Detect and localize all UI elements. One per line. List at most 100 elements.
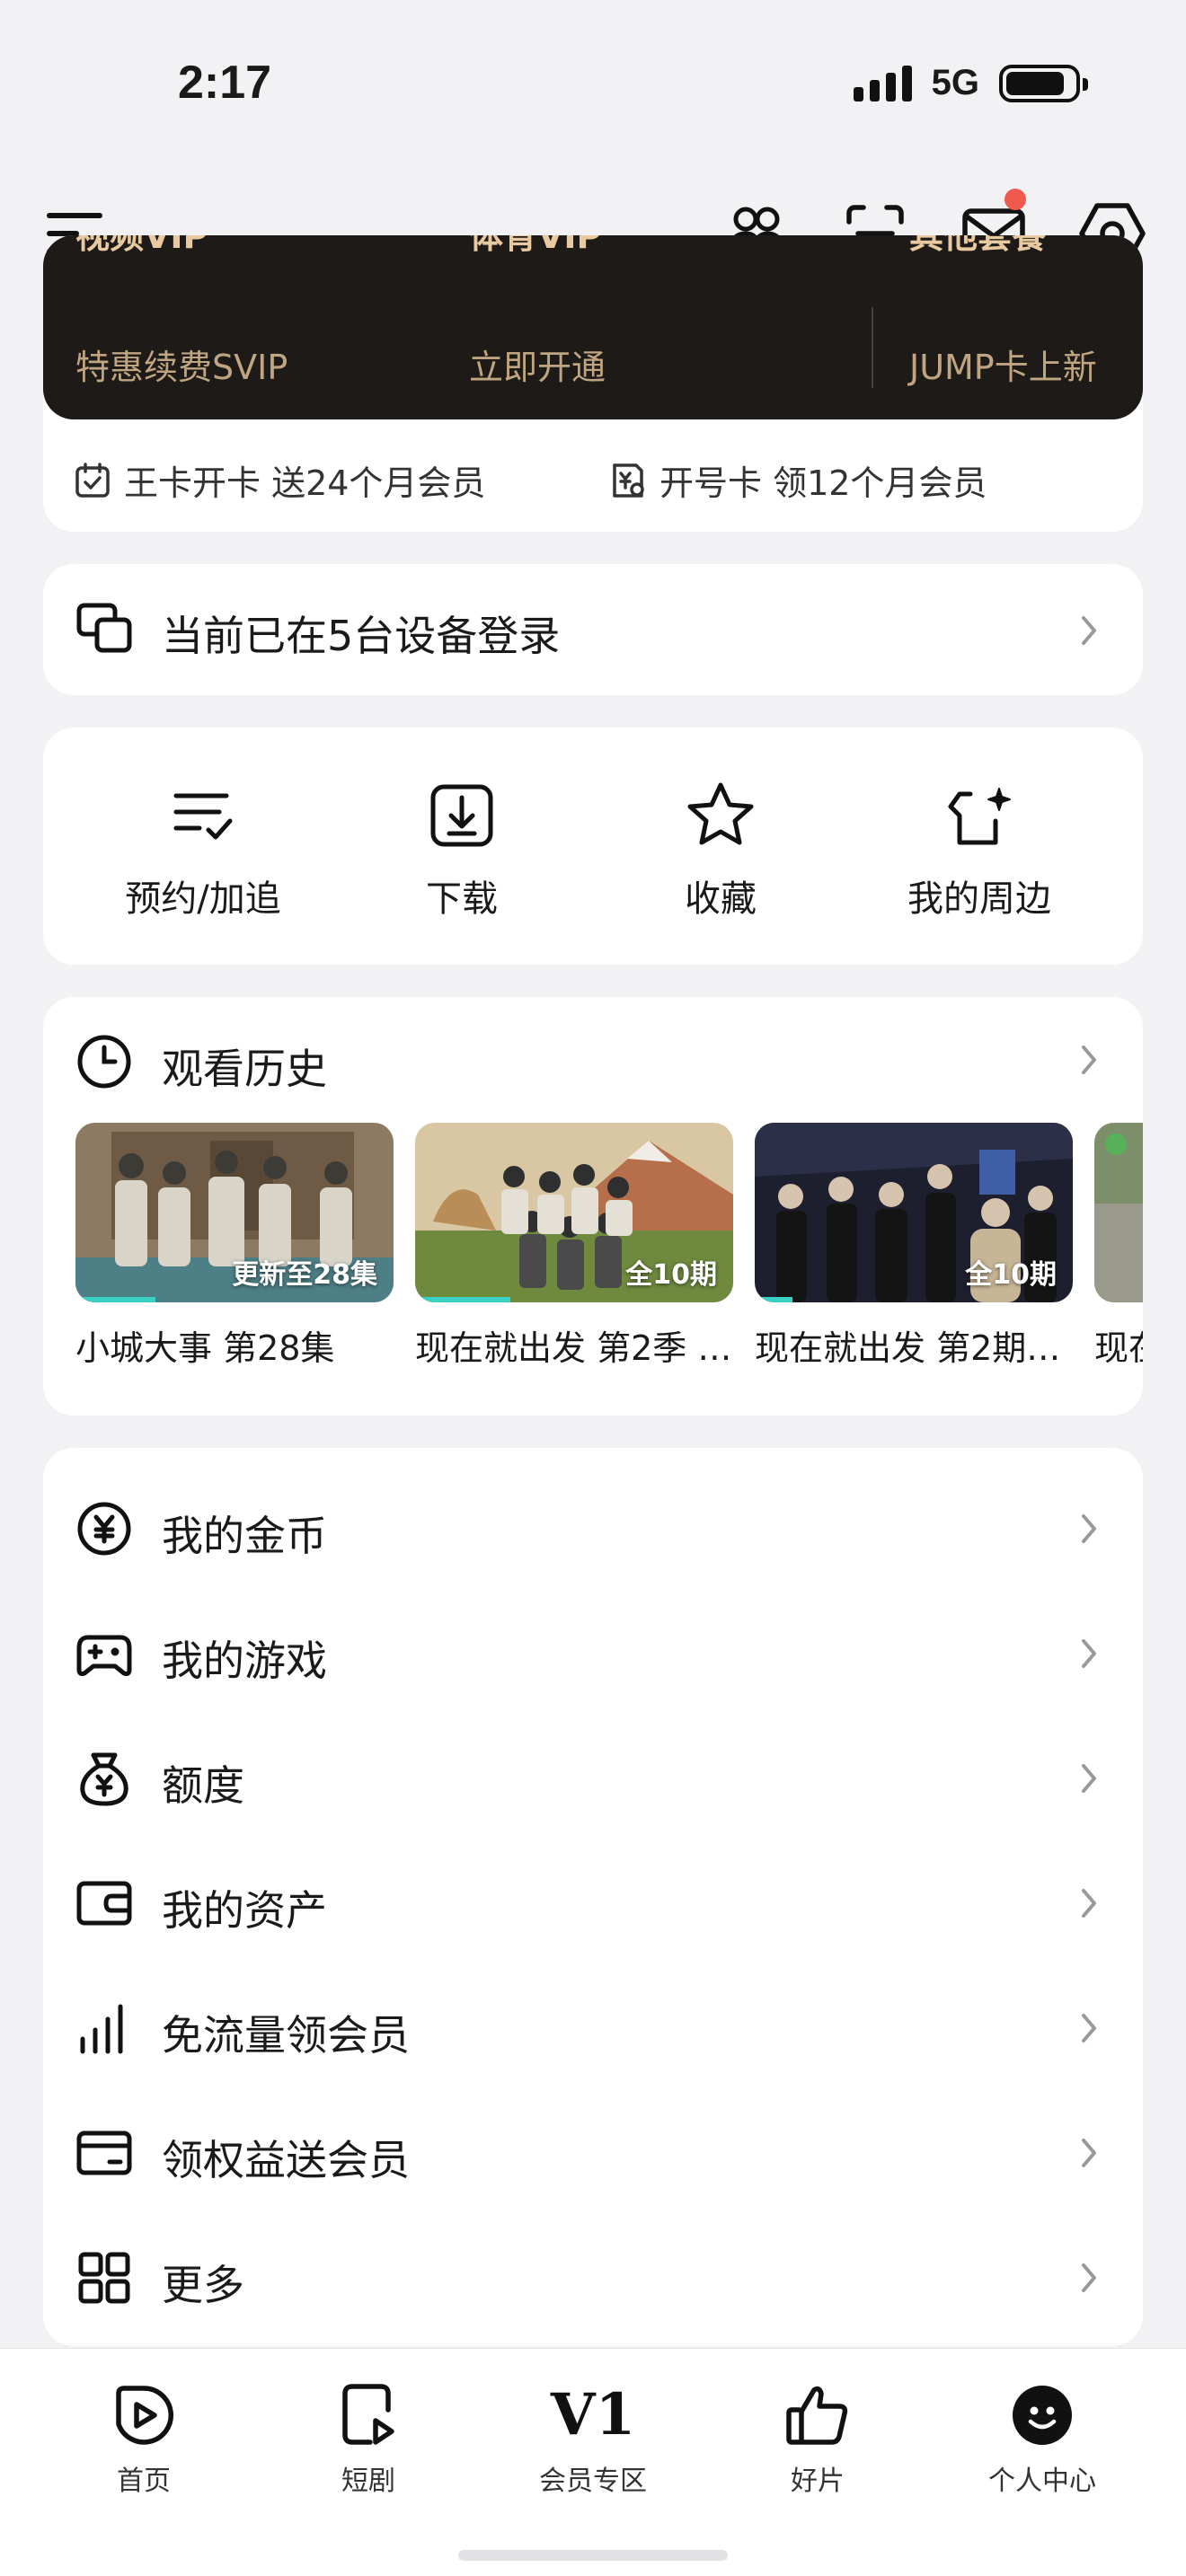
promo-text: 王卡开卡 送24个月会员 [124, 463, 486, 503]
menu-item-free-data[interactable]: 免流量领会员 [43, 1965, 1143, 2090]
vip-title: 体育VIP [469, 235, 602, 256]
chevron-right-icon [1082, 2014, 1096, 2042]
history-caption: 现在 [1094, 1328, 1143, 1368]
menu-item-label: 我的金币 [162, 1512, 327, 1560]
watch-progress-bar [415, 1297, 511, 1302]
signal-bars-icon [80, 2004, 123, 2054]
vip-card: 视频VIP 特惠续费SVIP 体育VIP 立即开通 其他套餐 JUMP卡上新 王… [43, 235, 1143, 532]
gamepad-icon [76, 1635, 132, 1676]
merch-icon [948, 788, 1011, 845]
battery-icon [999, 64, 1088, 102]
bottom-tab-bar: 首页 短剧 V1 会员专区 好片 个人中心 [0, 2348, 1186, 2576]
chevron-right-icon [1082, 1514, 1096, 1543]
device-login-label: 当前已在5台设备登录 [162, 612, 561, 660]
episode-badge: 更新至28集 [232, 1259, 377, 1291]
history-caption: 小城大事 第28集 [75, 1328, 335, 1368]
history-thumbnail[interactable]: 全10期 [755, 1123, 1073, 1302]
tab-profile[interactable]: 个人中心 [952, 2381, 1132, 2498]
v1-logo-icon: V1 [550, 2381, 636, 2448]
thumbs-up-icon [786, 2386, 848, 2445]
list-check-icon [173, 793, 233, 840]
wallet-icon [76, 1881, 132, 1926]
quick-action-reserve[interactable]: 预约/加追 [95, 780, 311, 922]
history-title: 观看历史 [162, 1045, 327, 1093]
status-time: 2:17 [178, 57, 272, 109]
menu-item-games[interactable]: 我的游戏 [43, 1591, 1143, 1716]
menu-item-label: 额度 [162, 1761, 244, 1810]
vip-band: 视频VIP 特惠续费SVIP 体育VIP 立即开通 其他套餐 JUMP卡上新 [43, 235, 1143, 419]
chevron-right-icon [1082, 1889, 1096, 1918]
cellular-signal-icon [853, 65, 912, 101]
history-thumbnail[interactable] [1094, 1123, 1143, 1302]
vip-subtitle: 立即开通 [469, 348, 606, 387]
vip-title: 其他套餐 [909, 235, 1047, 256]
promo-haoka[interactable]: 开号卡 领12个月会员 [609, 455, 987, 505]
episode-badge: 全10期 [965, 1259, 1057, 1291]
profile-icon [1013, 2386, 1072, 2445]
vip-subtitle: JUMP卡上新 [909, 348, 1097, 387]
short-drama-icon [342, 2384, 394, 2445]
quick-action-merch[interactable]: 我的周边 [872, 780, 1087, 922]
devices-icon [76, 603, 132, 653]
tab-short-drama[interactable]: 短剧 [279, 2381, 458, 2498]
watch-history-card: 观看历史 更新至28集 小城大事 第28集 全10期 现在就出发 第2季 … 全… [43, 997, 1143, 1416]
watch-progress-bar [75, 1297, 155, 1302]
clock-icon [77, 1035, 131, 1089]
grid-icon [78, 2252, 130, 2304]
chevron-right-icon [1082, 2263, 1096, 2292]
history-thumbnail[interactable]: 更新至28集 [75, 1123, 394, 1302]
menu-item-benefits[interactable]: 领权益送会员 [43, 2090, 1143, 2215]
coin-icon [77, 1502, 131, 1556]
menu-item-more[interactable]: 更多 [43, 2215, 1143, 2340]
tab-label: 好片 [791, 2466, 845, 2497]
menu-item-label: 我的资产 [162, 1886, 327, 1935]
quick-action-label: 预约/加追 [125, 878, 281, 920]
menu-item-assets[interactable]: 我的资产 [43, 1840, 1143, 1965]
promo-text: 开号卡 领12个月会员 [659, 463, 987, 503]
promo-wangka[interactable]: 王卡开卡 送24个月会员 [74, 455, 485, 505]
tab-vip-zone[interactable]: V1 会员专区 [503, 2381, 683, 2498]
watch-progress-bar [755, 1297, 793, 1302]
history-caption: 现在就出发 第2期… [755, 1328, 1061, 1368]
menu-item-label: 更多 [162, 2261, 244, 2309]
chevron-right-icon [1082, 2139, 1096, 2167]
network-type: 5G [931, 63, 979, 102]
history-thumbnail[interactable]: 全10期 [415, 1123, 733, 1302]
menu-item-coins[interactable]: 我的金币 [43, 1466, 1143, 1591]
status-bar: 2:17 5G [0, 0, 1186, 171]
quick-action-favorites[interactable]: 收藏 [613, 780, 828, 922]
tab-label: 个人中心 [988, 2466, 1096, 2497]
star-icon [687, 782, 754, 845]
card-icon [76, 2130, 132, 2175]
device-login-row[interactable]: 当前已在5台设备登录 [43, 564, 1143, 695]
tab-good-films[interactable]: 好片 [728, 2381, 907, 2498]
quick-action-download[interactable]: 下载 [354, 780, 570, 922]
tab-label: 首页 [117, 2466, 171, 2497]
vip-title: 视频VIP [75, 235, 208, 256]
chevron-right-icon[interactable] [1075, 1042, 1102, 1078]
quick-action-label: 我的周边 [907, 878, 1051, 920]
chevron-right-icon [1082, 1639, 1096, 1668]
chevron-right-icon [1082, 1764, 1096, 1793]
status-indicators: 5G [853, 63, 1088, 103]
episode-badge: 全10期 [625, 1259, 717, 1291]
quick-action-label: 收藏 [685, 878, 757, 920]
menu-item-quota[interactable]: 额度 [43, 1716, 1143, 1840]
menu-item-label: 免流量领会员 [162, 2011, 410, 2060]
play-icon [116, 2386, 173, 2445]
history-caption: 现在就出发 第2季 … [415, 1328, 732, 1368]
thumbnail-image [1094, 1123, 1143, 1302]
quick-action-label: 下载 [426, 878, 498, 920]
vip-subtitle: 特惠续费SVIP [75, 348, 288, 387]
menu-item-label: 我的游戏 [162, 1636, 327, 1685]
quick-actions-card: 预约/加追 下载 收藏 我的周边 [43, 728, 1143, 965]
chevron-right-icon [1082, 616, 1096, 645]
home-indicator [458, 2550, 728, 2561]
yuan-card-icon [613, 463, 644, 498]
tab-label: 会员专区 [539, 2466, 647, 2497]
download-icon [430, 784, 493, 847]
tab-home[interactable]: 首页 [54, 2381, 234, 2498]
tab-label: 短剧 [341, 2466, 395, 2497]
menu-list: 我的金币 我的游戏 额度 我的资产 免流量领会员 领权益送会员 更多 [43, 1448, 1143, 2346]
unread-indicator [1005, 189, 1026, 210]
